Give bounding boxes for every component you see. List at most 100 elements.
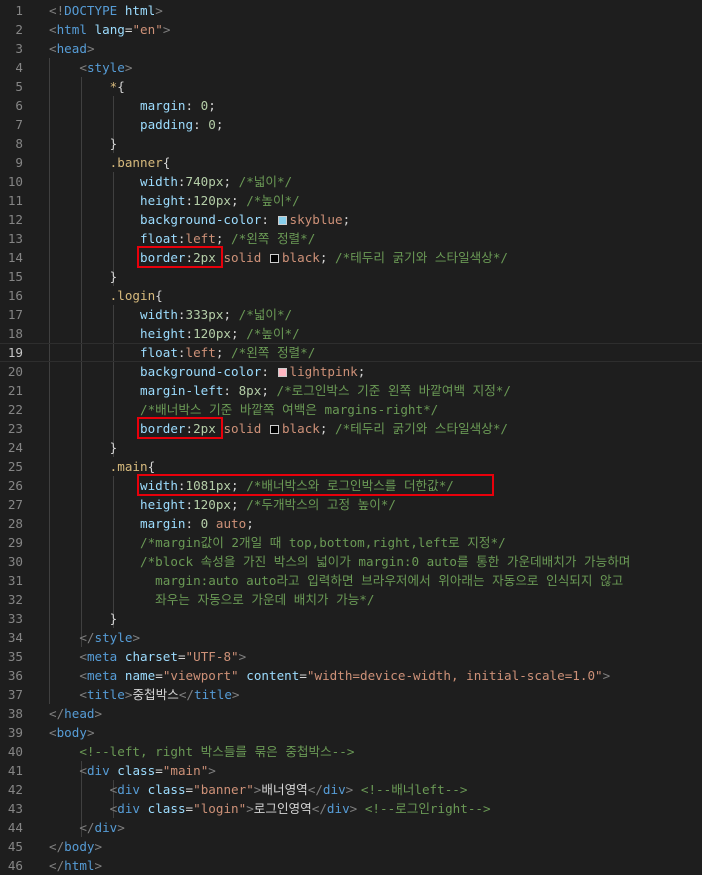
code-token: </ — [178, 687, 194, 702]
code-line[interactable]: 35 <meta charset="UTF-8"> — [0, 647, 702, 666]
color-swatch-icon[interactable] — [277, 368, 287, 377]
code-line[interactable]: 4 <style> — [0, 58, 702, 77]
code-token: { — [162, 155, 171, 170]
code-line[interactable]: 24 } — [0, 438, 702, 457]
code-line[interactable]: 29 /*margin값이 2개일 때 top,bottom,right,lef… — [0, 533, 702, 552]
code-token: ; — [342, 212, 351, 227]
code-line[interactable]: 18 height:120px; /*높이*/ — [0, 324, 702, 343]
code-token: </ — [311, 801, 327, 816]
code-editor[interactable]: 1 <!DOCTYPE html> 2 <html lang="en"> 3 <head>… — [0, 0, 702, 875]
code-token: </ — [49, 706, 65, 721]
code-token: = — [155, 668, 163, 683]
code-line[interactable]: 17 width:333px; /*넓이*/ — [0, 305, 702, 324]
code-token: ; — [215, 345, 232, 360]
code-token: > — [124, 60, 133, 75]
code-line[interactable]: 3 <head> — [0, 39, 702, 58]
line-number: 16 — [7, 288, 23, 303]
code-line[interactable]: 12 background-color: skyblue; — [0, 210, 702, 229]
line-code: height:120px; /*두개박스의 고정 높이*/ — [49, 495, 396, 514]
code-line[interactable]: 40 <!--left, right 박스들를 묶은 중첩박스--> — [0, 742, 702, 761]
code-line[interactable]: 5 *{ — [0, 77, 702, 96]
code-line[interactable]: 37 <title>중첩박스</title> — [0, 685, 702, 704]
code-line[interactable]: 1 <!DOCTYPE html> — [0, 1, 702, 20]
line-number: 38 — [7, 706, 23, 721]
code-token: 740px — [185, 174, 224, 189]
code-token: 333px — [185, 307, 224, 322]
line-number: 18 — [7, 326, 23, 341]
line-code: <html lang="en"> — [49, 20, 170, 39]
code-line[interactable]: 27 height:120px; /*두개박스의 고정 높이*/ — [0, 495, 702, 514]
code-token: float — [140, 345, 178, 360]
code-line[interactable]: 46 </html> — [0, 856, 702, 875]
code-line[interactable]: 44 </div> — [0, 818, 702, 837]
code-line[interactable]: 43 <div class="login">로그인영역</div> <!--로그… — [0, 799, 702, 818]
code-line[interactable]: 22 /*배너박스 기준 바깥쪽 여백은 margins-right*/ — [0, 400, 702, 419]
code-line[interactable]: 2 <html lang="en"> — [0, 20, 702, 39]
code-token: "main" — [162, 763, 209, 778]
code-line[interactable]: 30 /*block 속성을 가진 박스의 넓이가 margin:0 auto를… — [0, 552, 702, 571]
code-line[interactable]: 7 padding: 0; — [0, 115, 702, 134]
code-token: = — [299, 668, 307, 683]
code-line[interactable]: 15 } — [0, 267, 702, 286]
code-line[interactable]: 14 border:2px solid black; /*테두리 굵기와 스타일… — [0, 248, 702, 267]
code-token: /*로그인박스 기준 왼쪽 바깥여백 지정*/ — [276, 383, 511, 398]
code-token: margin — [140, 516, 186, 531]
code-line[interactable]: 39 <body> — [0, 723, 702, 742]
code-token: 중첩박스 — [132, 687, 179, 702]
code-line[interactable]: 45 </body> — [0, 837, 702, 856]
code-line[interactable]: 32 좌우는 자동으로 가운데 배치가 가능*/ — [0, 590, 702, 609]
code-line[interactable]: 19 float:left; /*왼쪽 정렬*/ — [0, 343, 702, 362]
code-line[interactable]: 8 } — [0, 134, 702, 153]
code-token: <!--배너left--> — [360, 782, 468, 797]
code-line[interactable]: 41 <div class="main"> — [0, 761, 702, 780]
code-line[interactable]: 33 } — [0, 609, 702, 628]
code-line[interactable]: 42 <div class="banner">배너영역</div> <!--배너… — [0, 780, 702, 799]
code-line[interactable]: 11 height:120px; /*높이*/ — [0, 191, 702, 210]
line-number: 23 — [7, 421, 23, 436]
code-token: </ — [79, 820, 95, 835]
code-line[interactable]: 31 margin:auto auto라고 입력하면 브라우저에서 위아래는 자… — [0, 571, 702, 590]
code-token: = — [155, 763, 163, 778]
code-line[interactable]: 16 .login{ — [0, 286, 702, 305]
color-swatch-icon[interactable] — [269, 254, 279, 263]
code-line[interactable]: 38 </head> — [0, 704, 702, 723]
line-number: 4 — [15, 60, 23, 75]
code-token: div — [326, 801, 350, 816]
code-line[interactable]: 28 margin: 0 auto; — [0, 514, 702, 533]
line-number: 28 — [7, 516, 23, 531]
code-line[interactable]: 36 <meta name="viewport" content="width=… — [0, 666, 702, 685]
color-swatch-icon[interactable] — [277, 216, 287, 225]
code-token: "en" — [132, 22, 163, 37]
code-token: div — [86, 763, 110, 778]
line-code: } — [49, 438, 118, 457]
code-token: ; — [231, 326, 247, 341]
code-line[interactable]: 21 margin-left: 8px; /*로그인박스 기준 왼쪽 바깥여백 … — [0, 381, 702, 400]
line-code: </div> — [49, 818, 125, 837]
code-token: </ — [307, 782, 323, 797]
line-code: .login{ — [49, 286, 163, 305]
code-line[interactable]: 13 float:left; /*왼쪽 정렬*/ — [0, 229, 702, 248]
code-token: > — [132, 630, 141, 645]
line-code: <meta name="viewport" content="width=dev… — [49, 666, 610, 685]
line-number: 42 — [7, 782, 23, 797]
code-line[interactable]: 20 background-color: lightpink; — [0, 362, 702, 381]
code-line[interactable]: 34 </style> — [0, 628, 702, 647]
code-token: : — [177, 345, 186, 360]
code-line[interactable]: 10 width:740px; /*넓이*/ — [0, 172, 702, 191]
code-token: < — [79, 649, 87, 664]
code-line[interactable]: 23 border:2px solid black; /*테두리 굵기와 스타일… — [0, 419, 702, 438]
color-swatch-icon[interactable] — [269, 425, 279, 434]
code-line[interactable]: 9 .banner{ — [0, 153, 702, 172]
line-code: <!--left, right 박스들를 묶은 중첩박스--> — [49, 742, 354, 761]
code-line[interactable]: 6 margin: 0; — [0, 96, 702, 115]
